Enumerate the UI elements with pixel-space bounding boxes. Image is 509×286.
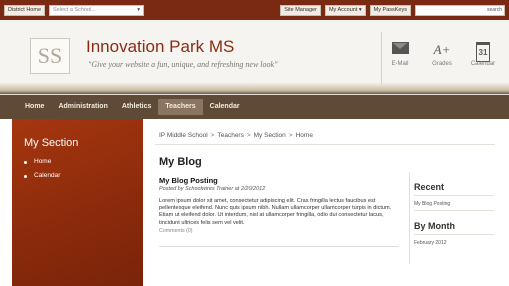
my-account-label: My Account <box>328 6 358 13</box>
nav-item-calendar[interactable]: Calendar <box>203 99 247 115</box>
post-body: Lorem ipsum dolor sit amet, consectetur … <box>159 198 392 226</box>
recent-heading-rule <box>414 195 494 196</box>
email-label: E-Mail <box>391 61 409 67</box>
site-tagline: "Give your website a fun, unique, and re… <box>88 60 278 69</box>
site-title[interactable]: Innovation Park MS <box>86 37 234 57</box>
site-manager-button[interactable]: Site Manager <box>280 4 321 16</box>
breadcrumb-my-section[interactable]: My Section <box>254 132 286 139</box>
calendar-link[interactable]: 31 Calendar <box>463 42 503 67</box>
sidebar-item-calendar[interactable]: Calendar <box>24 169 60 183</box>
post-comments-link[interactable]: Comments (0) <box>159 228 399 234</box>
breadcrumb-school[interactable]: IP Middle School <box>159 132 208 139</box>
breadcrumb-teachers[interactable]: Teachers <box>217 132 243 139</box>
nav-item-home[interactable]: Home <box>18 99 51 115</box>
sidebar-item-home[interactable]: Home <box>24 155 60 169</box>
search-label: search <box>486 6 502 13</box>
sidebar-list: Home Calendar <box>24 155 60 183</box>
by-month-heading: By Month <box>414 221 455 231</box>
section-sidebar: My Section Home Calendar <box>12 119 143 286</box>
nav-item-athletics[interactable]: Athletics <box>115 99 159 115</box>
recent-heading: Recent <box>414 182 445 192</box>
bullet-icon <box>24 160 27 164</box>
breadcrumb: IP Middle School > Teachers > My Section > Hom… <box>159 132 313 139</box>
email-link[interactable]: E-Mail <box>380 42 420 67</box>
sidebar-title: My Section <box>24 137 79 149</box>
post-meta: Posted by Schoolwires Trainer at 2/20/20… <box>159 186 266 192</box>
my-account-button[interactable]: My Account ▾ <box>324 4 366 16</box>
grades-link[interactable]: A+ Grades <box>422 42 462 67</box>
recent-post-link[interactable]: My Blog Posting <box>414 201 496 207</box>
breadcrumb-separator: > <box>246 132 251 139</box>
breadcrumb-separator: > <box>288 132 293 139</box>
breadcrumb-home: Home <box>295 132 313 139</box>
post-divider <box>159 246 399 247</box>
page-title: My Blog <box>159 156 202 168</box>
calendar-icon: 31 <box>463 42 503 62</box>
search-input[interactable]: search <box>415 4 505 16</box>
chevron-down-icon: ▾ <box>358 6 362 13</box>
bullet-icon <box>24 174 27 178</box>
main-nav: Home Administration Athletics Teachers C… <box>0 95 509 119</box>
mail-icon <box>380 42 420 58</box>
calendar-label: Calendar <box>470 61 496 67</box>
blog-archive-column: Recent My Blog Posting By Month February… <box>414 182 496 246</box>
nav-item-administration[interactable]: Administration <box>51 99 114 115</box>
district-home-button[interactable]: District Home <box>4 4 46 16</box>
sidebar-item-label: Home <box>34 158 52 165</box>
school-select-value: Select a School... <box>53 6 96 13</box>
school-select[interactable]: Select a School... ▾ <box>49 4 145 16</box>
sidebar-item-label: Calendar <box>34 172 61 179</box>
school-logo[interactable]: SS <box>30 38 70 74</box>
breadcrumb-separator: > <box>210 132 215 139</box>
my-passkeys-button[interactable]: My PassKeys <box>369 4 411 16</box>
utility-bar: District Home Select a School... ▾ Site … <box>0 0 509 20</box>
column-divider <box>409 172 410 264</box>
nav-item-teachers[interactable]: Teachers <box>158 99 203 115</box>
chevron-down-icon: ▾ <box>137 6 141 13</box>
site-header: SS Innovation Park MS "Give your website… <box>0 20 509 95</box>
breadcrumb-divider <box>155 144 495 145</box>
recent-list-rule <box>414 210 494 211</box>
blog-post: My Blog Posting Posted by Schoolwires Tr… <box>159 176 399 234</box>
month-archive-link[interactable]: February 2012 <box>414 240 496 246</box>
grades-icon: A+ <box>433 42 451 57</box>
grades-label: Grades <box>432 61 452 67</box>
post-title[interactable]: My Blog Posting <box>159 176 399 185</box>
by-month-heading-rule <box>414 234 494 235</box>
header-grunge-border <box>0 82 509 94</box>
